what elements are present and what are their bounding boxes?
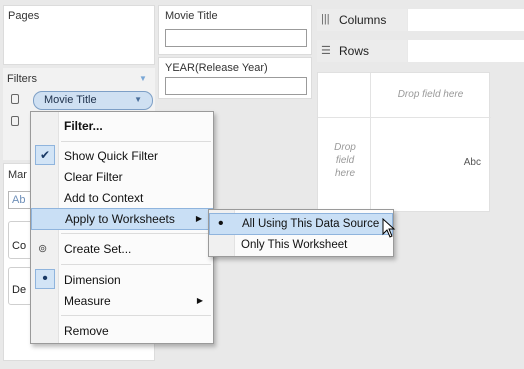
menu-item-add-to-context[interactable]: Add to Context (31, 187, 213, 209)
drop-field-top[interactable]: Drop field here (370, 89, 491, 100)
marks-title: Mar (8, 169, 27, 181)
abc-cell: Abc (463, 157, 481, 168)
quick-filter-year-title: YEAR(Release Year) (165, 62, 268, 74)
quick-filter-movie-title[interactable]: Movie Title (158, 5, 312, 55)
movie-title-pill-label: Movie Title (44, 94, 97, 106)
set-icon: ⊚ (38, 243, 48, 255)
movie-title-filter-pill[interactable]: Movie Title ▼ (33, 91, 153, 110)
columns-shelf[interactable]: ||| Columns (317, 9, 524, 31)
filters-title: Filters (7, 73, 37, 85)
rows-drop-area[interactable] (408, 40, 524, 62)
filters-dropdown-icon[interactable]: ▼ (139, 74, 147, 83)
submenu-item-only-this-worksheet[interactable]: Only This Worksheet (209, 234, 393, 256)
rows-label: Rows (339, 44, 370, 58)
rows-icon: ☰ (321, 45, 331, 57)
menu-item-show-quick-filter[interactable]: ✔ Show Quick Filter (31, 145, 213, 167)
release-year-input[interactable] (165, 77, 307, 95)
drop-field-left[interactable]: Drop field here (328, 141, 362, 180)
menu-item-filter[interactable]: Filter... (31, 115, 213, 137)
filter-cylinder-icon (11, 94, 19, 104)
quick-filter-release-year[interactable]: YEAR(Release Year) (158, 57, 312, 99)
columns-drop-area[interactable] (408, 9, 524, 31)
columns-label: Columns (339, 13, 387, 27)
quick-filter-title: Movie Title (165, 10, 218, 22)
menu-item-dimension[interactable]: • Dimension (31, 269, 213, 291)
menu-item-measure[interactable]: Measure ▶ (31, 290, 213, 312)
pill-dropdown-icon[interactable]: ▼ (134, 95, 142, 104)
color-label: Co (12, 240, 27, 252)
menu-item-apply-to-worksheets[interactable]: Apply to Worksheets ▶ (31, 208, 213, 230)
submenu-arrow-icon: ▶ (195, 214, 202, 223)
checkmark-icon: ✔ (35, 145, 55, 165)
menu-item-remove[interactable]: Remove (31, 320, 213, 342)
context-menu[interactable]: Filter... ✔ Show Quick Filter Clear Filt… (30, 111, 214, 344)
apply-to-worksheets-submenu[interactable]: • All Using This Data Source Only This W… (208, 209, 394, 257)
columns-icon: ||| (321, 13, 330, 25)
menu-item-create-set[interactable]: ⊚ Create Set... (31, 238, 213, 260)
submenu-arrow-icon-2: ▶ (196, 296, 203, 305)
mark-type-label: Ab (12, 194, 26, 206)
selected-dot-icon: • (218, 215, 224, 232)
pages-title: Pages (8, 10, 40, 22)
detail-label: De (12, 284, 27, 296)
rows-shelf[interactable]: ☰ Rows (317, 40, 524, 62)
view-area[interactable]: Drop field here Drop field here Abc (317, 72, 491, 213)
menu-item-clear-filter[interactable]: Clear Filter (31, 166, 213, 188)
movie-title-input[interactable] (165, 29, 307, 47)
radio-dot-icon: • (35, 269, 55, 289)
filter-cylinder-icon-2 (11, 116, 19, 126)
submenu-item-all-using-data-source[interactable]: • All Using This Data Source (209, 213, 393, 235)
pages-shelf[interactable]: Pages (3, 5, 155, 65)
mouse-pointer-icon (382, 218, 396, 238)
